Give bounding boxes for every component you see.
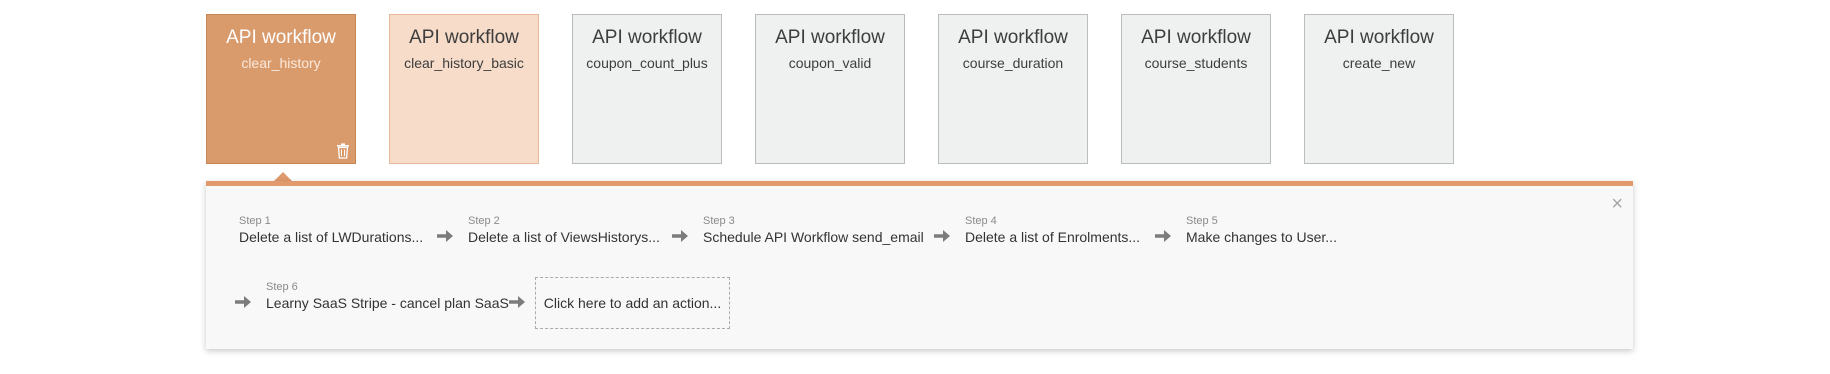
step-number: Step 6 xyxy=(266,281,298,293)
workflow-card-coupon-valid[interactable]: API workflow coupon_valid xyxy=(755,14,905,164)
step-1[interactable]: Step 1 Delete a list of LWDurations... xyxy=(239,215,423,245)
workflow-card-name: coupon_valid xyxy=(788,55,872,71)
workflow-card-title: API workflow xyxy=(592,27,702,48)
workflow-card-create-new[interactable]: API workflow create_new xyxy=(1304,14,1454,164)
workflow-card-name: course_duration xyxy=(962,55,1064,71)
step-description: Make changes to User... xyxy=(1186,229,1337,245)
step-number: Step 5 xyxy=(1186,215,1218,227)
step-number: Step 1 xyxy=(239,215,271,227)
workflow-steps-panel: × Step 1 Delete a list of LWDurations...… xyxy=(206,181,1633,349)
step-number: Step 4 xyxy=(965,215,997,227)
step-description: Learny SaaS Stripe - cancel plan SaaS xyxy=(266,295,509,311)
workflow-card-name: clear_history_basic xyxy=(404,55,524,71)
step-3[interactable]: Step 3 Schedule API Workflow send_email xyxy=(703,215,924,245)
workflow-card-clear-history[interactable]: API workflow clear_history xyxy=(206,14,356,164)
workflow-card-title: API workflow xyxy=(958,27,1068,48)
workflow-card-title: API workflow xyxy=(409,27,519,48)
arrow-right-icon xyxy=(934,230,950,242)
workflow-card-name: course_students xyxy=(1144,55,1248,71)
close-icon[interactable]: × xyxy=(1611,194,1623,214)
step-description: Delete a list of Enrolments... xyxy=(965,229,1141,245)
workflow-card-course-students[interactable]: API workflow course_students xyxy=(1121,14,1271,164)
arrow-right-icon xyxy=(509,296,525,308)
arrow-right-icon xyxy=(437,230,453,242)
step-description: Delete a list of LWDurations... xyxy=(239,229,424,245)
step-4[interactable]: Step 4 Delete a list of Enrolments... xyxy=(965,215,1140,245)
workflow-card-coupon-count-plus[interactable]: API workflow coupon_count_plus xyxy=(572,14,722,164)
workflow-card-title: API workflow xyxy=(775,27,885,48)
workflow-card-name: create_new xyxy=(1342,55,1416,71)
workflow-card-title: API workflow xyxy=(226,27,336,48)
workflow-card-title: API workflow xyxy=(1141,27,1251,48)
step-number: Step 3 xyxy=(703,215,735,227)
workflow-card-name: coupon_count_plus xyxy=(586,55,708,71)
arrow-right-icon xyxy=(1155,230,1171,242)
step-description: Schedule API Workflow send_email xyxy=(703,229,924,245)
workflow-cards: API workflow clear_history API workflow … xyxy=(206,14,1454,164)
trash-icon[interactable] xyxy=(336,143,350,159)
step-6[interactable]: Step 6 Learny SaaS Stripe - cancel plan … xyxy=(266,281,509,311)
workflow-card-name: clear_history xyxy=(241,55,321,71)
add-action-button[interactable]: Click here to add an action... xyxy=(535,277,730,329)
step-5[interactable]: Step 5 Make changes to User... xyxy=(1186,215,1337,245)
step-2[interactable]: Step 2 Delete a list of ViewsHistorys... xyxy=(468,215,660,245)
workflow-card-course-duration[interactable]: API workflow course_duration xyxy=(938,14,1088,164)
step-number: Step 2 xyxy=(468,215,500,227)
workflow-card-clear-history-basic[interactable]: API workflow clear_history_basic xyxy=(389,14,539,164)
workflow-card-title: API workflow xyxy=(1324,27,1434,48)
step-description: Delete a list of ViewsHistorys... xyxy=(468,229,660,245)
arrow-right-icon xyxy=(235,296,251,308)
arrow-right-icon xyxy=(672,230,688,242)
